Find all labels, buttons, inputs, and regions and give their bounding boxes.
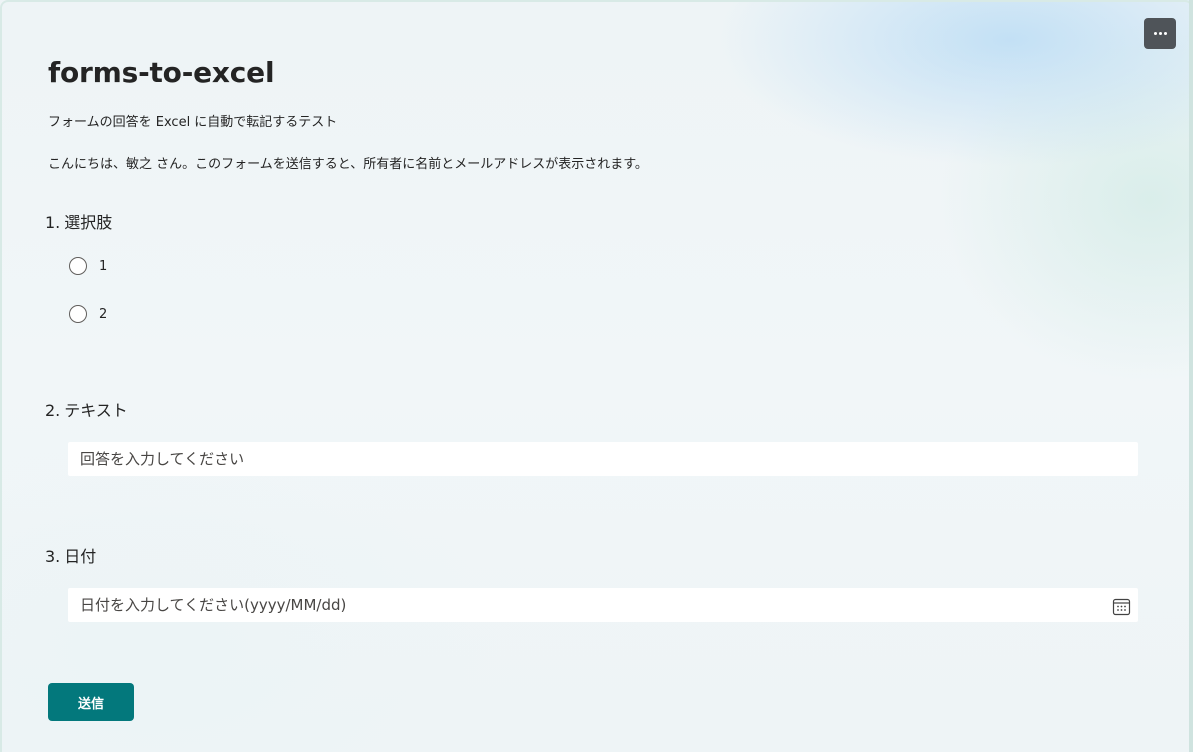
question-1-number: 1. — [45, 213, 61, 232]
radio-option-label: 1 — [99, 258, 108, 274]
page-frame — [0, 0, 1193, 752]
question-3-number: 3. — [45, 547, 61, 566]
form-page: forms-to-excel フォームの回答を Excel に自動で転記するテス… — [0, 0, 1193, 752]
question-3-title: 3. 日付 — [45, 546, 96, 568]
question-1-title: 1. 選択肢 — [45, 212, 112, 234]
question-1-label: 選択肢 — [64, 213, 113, 232]
form-title: forms-to-excel — [48, 56, 275, 89]
radio-button-icon[interactable] — [69, 305, 87, 323]
more-options-button[interactable] — [1144, 18, 1176, 49]
date-answer-input[interactable] — [68, 588, 1138, 622]
text-answer-input[interactable] — [68, 442, 1138, 476]
submit-button[interactable]: 送信 — [48, 683, 134, 721]
question-2-number: 2. — [45, 401, 61, 420]
radio-option-label: 2 — [99, 306, 108, 322]
greeting-text: こんにちは、敏之 さん。このフォームを送信すると、所有者に名前とメールアドレスが… — [48, 157, 648, 172]
question-3-label: 日付 — [64, 547, 97, 566]
radio-option-1[interactable]: 1 — [69, 255, 107, 277]
question-2-title: 2. テキスト — [45, 400, 128, 422]
form-description: フォームの回答を Excel に自動で転記するテスト — [48, 115, 338, 130]
calendar-icon[interactable] — [1112, 597, 1131, 616]
radio-option-2[interactable]: 2 — [69, 303, 107, 325]
question-2-label: テキスト — [64, 401, 128, 420]
radio-button-icon[interactable] — [69, 257, 87, 275]
scrollbar-edge[interactable] — [1189, 0, 1193, 752]
ellipsis-icon — [1153, 32, 1167, 35]
